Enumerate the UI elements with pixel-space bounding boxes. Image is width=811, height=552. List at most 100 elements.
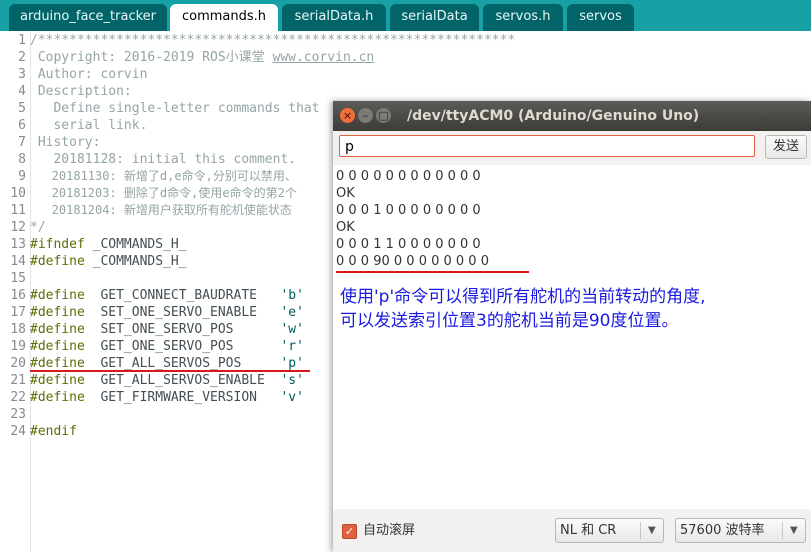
- chevron-down-icon: ▼: [648, 525, 656, 536]
- serial-monitor-window: × – □ /dev/ttyACM0 (Arduino/Genuino Uno)…: [333, 101, 811, 552]
- baud-rate-value: 57600 波特率: [680, 523, 765, 538]
- line-number: 9: [18, 169, 26, 184]
- serial-bottom-bar: ✓ 自动滚屏 NL 和 CR ▼ 57600 波特率 ▼: [333, 509, 811, 552]
- maximize-icon[interactable]: □: [376, 108, 391, 123]
- copyright-text: Copyright: 2016-2019 ROS小课堂: [30, 50, 273, 65]
- code-line-define: #define GET_ALL_SERVOS_ENABLE 's': [30, 372, 304, 389]
- line-number: 22: [10, 390, 26, 405]
- line-number: 2: [18, 50, 26, 65]
- line-number: 11: [10, 203, 26, 218]
- command-char: 'v': [280, 390, 304, 405]
- line-number: 8: [18, 152, 26, 167]
- line-number: 19: [10, 339, 26, 354]
- tab-serialdata-h[interactable]: serialData.h: [282, 4, 386, 31]
- serial-output-line: OK: [336, 186, 355, 201]
- tab-servos-h[interactable]: servos.h: [483, 4, 563, 31]
- macro-name: GET_ALL_SERVOS_POS: [84, 356, 281, 371]
- serial-output-line: OK: [336, 220, 355, 235]
- code-line-define: #define GET_ONE_SERVO_POS 'r': [30, 338, 304, 355]
- line-number: 17: [10, 305, 26, 320]
- serial-output-area[interactable]: 0 0 0 0 0 0 0 0 0 0 0 0 OK 0 0 0 1 0 0 0…: [333, 165, 811, 509]
- select-divider: [640, 522, 641, 539]
- code-line-define: #define _COMMANDS_H_: [30, 253, 187, 270]
- code-line-comment: 20181128: initial this comment.: [30, 152, 297, 167]
- line-number: 13: [10, 237, 26, 252]
- baud-rate-select[interactable]: 57600 波特率 ▼: [675, 518, 806, 543]
- code-line-comment: Copyright: 2016-2019 ROS小课堂 www.corvin.c…: [30, 49, 374, 66]
- code-line-define: #define SET_ONE_SERVO_ENABLE 'e': [30, 304, 304, 321]
- preprocessor-keyword: #define: [30, 288, 85, 303]
- minimize-icon[interactable]: –: [358, 108, 373, 123]
- tab-serialdata[interactable]: serialData: [390, 4, 479, 31]
- code-line-define: #define GET_FIRMWARE_VERSION 'v': [30, 389, 304, 406]
- autoscroll-checkbox[interactable]: ✓: [342, 524, 357, 539]
- code-line-ifndef: #ifndef _COMMANDS_H_: [30, 236, 187, 253]
- command-char: 'r': [280, 339, 304, 354]
- line-number: 4: [18, 84, 26, 99]
- preprocessor-keyword: #ifndef: [30, 237, 85, 252]
- tab-servos[interactable]: servos: [567, 4, 634, 31]
- preprocessor-keyword: #define: [30, 390, 85, 405]
- close-icon[interactable]: ×: [340, 108, 355, 123]
- line-number: 16: [10, 288, 26, 303]
- macro-name: GET_ALL_SERVOS_ENABLE: [84, 373, 281, 388]
- line-number: 6: [18, 118, 26, 133]
- line-number: 24: [10, 424, 26, 439]
- window-title: /dev/ttyACM0 (Arduino/Genuino Uno): [407, 108, 700, 124]
- code-line-comment: 20181204: 新增用户获取所有舵机使能状态: [30, 203, 292, 217]
- command-char: 'p': [280, 356, 304, 371]
- command-char: 'b': [280, 288, 304, 303]
- line-number: 21: [10, 373, 26, 388]
- preprocessor-keyword: #define: [30, 373, 85, 388]
- line-number: 12: [10, 220, 26, 235]
- code-line-comment: Description:: [30, 84, 132, 99]
- preprocessor-keyword: #define: [30, 356, 85, 371]
- serial-output-line: 0 0 0 1 1 0 0 0 0 0 0 0: [336, 237, 481, 252]
- code-line-comment: 20181203: 删除了d命令,使用e命令的第2个: [30, 186, 297, 200]
- red-underline-mark: [336, 271, 529, 273]
- line-number: 18: [10, 322, 26, 337]
- code-line-comment: History:: [30, 135, 101, 150]
- annotation-text: 使用'p'命令可以得到所有舵机的当前转动的角度,: [340, 287, 706, 307]
- window-titlebar[interactable]: × – □ /dev/ttyACM0 (Arduino/Genuino Uno): [333, 101, 811, 131]
- send-button[interactable]: 发送: [765, 135, 807, 159]
- macro-name: _COMMANDS_H_: [84, 237, 187, 252]
- command-char: 'e': [280, 305, 304, 320]
- chevron-down-icon: ▼: [790, 525, 798, 536]
- preprocessor-keyword: #define: [30, 339, 85, 354]
- serial-output-line: 0 0 0 90 0 0 0 0 0 0 0 0: [336, 254, 489, 269]
- serial-send-input[interactable]: p: [339, 135, 755, 157]
- tab-commands-h[interactable]: commands.h: [170, 4, 278, 31]
- code-line-comment: /***************************************…: [30, 33, 516, 48]
- macro-name: GET_ONE_SERVO_POS: [84, 339, 281, 354]
- tab-arduino-face-tracker[interactable]: arduino_face_tracker: [9, 4, 167, 31]
- code-line-comment: Define single-letter commands that: [30, 101, 320, 116]
- code-line-comment: 20181130: 新增了d,e命令,分别可以禁用、: [30, 169, 297, 183]
- line-number: 1: [18, 33, 26, 48]
- code-line-comment: serial link.: [30, 118, 148, 133]
- code-line-comment: */: [30, 220, 46, 235]
- macro-name: GET_FIRMWARE_VERSION: [84, 390, 281, 405]
- preprocessor-keyword: #define: [30, 305, 85, 320]
- serial-output-line: 0 0 0 0 0 0 0 0 0 0 0 0: [336, 169, 481, 184]
- preprocessor-keyword: #define: [30, 254, 85, 269]
- line-number: 7: [18, 135, 26, 150]
- annotation-text: 可以发送索引位置3的舵机当前是90度位置。: [340, 311, 679, 331]
- macro-name: SET_ONE_SERVO_POS: [84, 322, 281, 337]
- line-number: 5: [18, 101, 26, 116]
- line-ending-select[interactable]: NL 和 CR ▼: [555, 518, 664, 543]
- autoscroll-label: 自动滚屏: [363, 523, 416, 538]
- website-link: www.corvin.cn: [272, 50, 375, 65]
- preprocessor-keyword: #define: [30, 322, 85, 337]
- code-line-define: #define GET_CONNECT_BAUDRATE 'b': [30, 287, 304, 304]
- select-divider: [782, 522, 783, 539]
- code-line-endif: #endif: [30, 423, 77, 440]
- line-number: 14: [10, 254, 26, 269]
- macro-name: SET_ONE_SERVO_ENABLE: [84, 305, 281, 320]
- preprocessor-keyword: #endif: [30, 424, 77, 439]
- tab-bar: arduino_face_tracker commands.h serialDa…: [0, 0, 811, 31]
- macro-name: GET_CONNECT_BAUDRATE: [84, 288, 281, 303]
- command-char: 's': [280, 373, 304, 388]
- line-number: 3: [18, 67, 26, 82]
- serial-output-line: 0 0 0 1 0 0 0 0 0 0 0 0: [336, 203, 481, 218]
